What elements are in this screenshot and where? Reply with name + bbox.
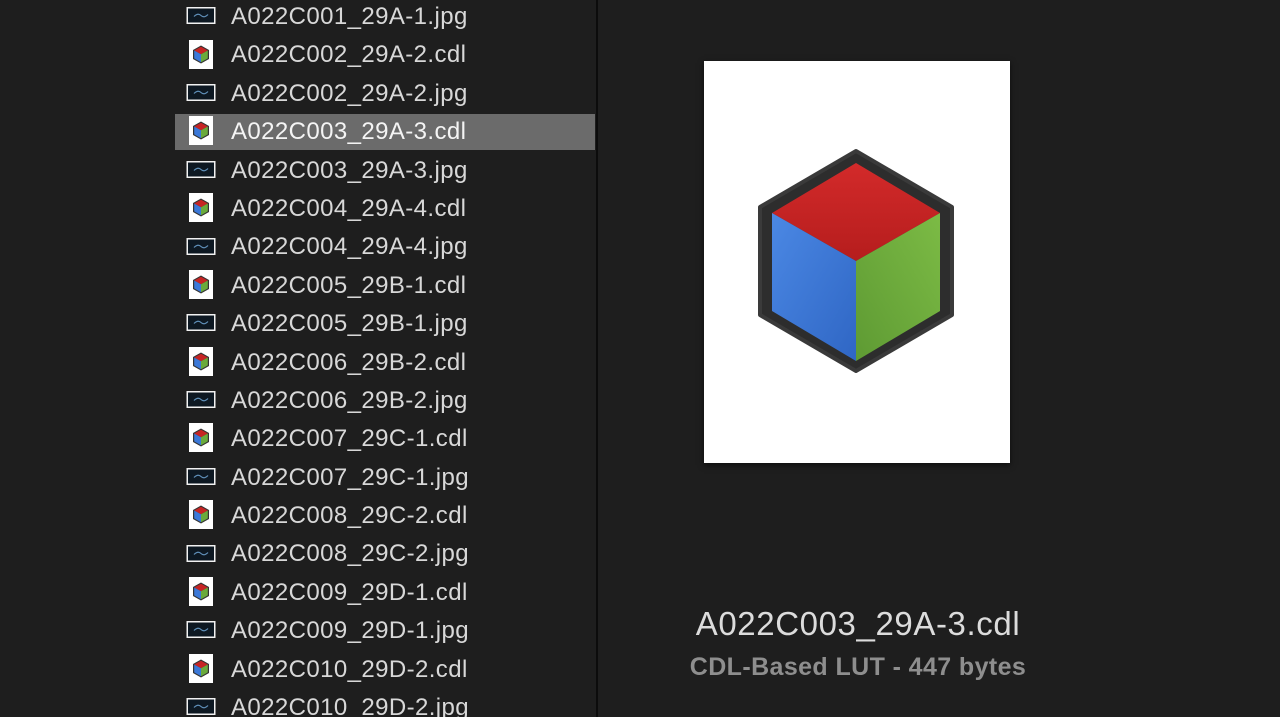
file-row[interactable]: A022C005_29B-1.cdl bbox=[0, 268, 596, 306]
color-cube-document-icon bbox=[188, 193, 214, 228]
preview-file-info: CDL-Based LUT - 447 bytes bbox=[689, 653, 1027, 681]
file-row[interactable]: A022C006_29B-2.cdl bbox=[0, 345, 596, 383]
file-row[interactable]: A022C003_29A-3.jpg bbox=[0, 153, 596, 191]
file-name-label: A022C001_29A-1.jpg bbox=[231, 3, 468, 30]
color-cube-document-icon bbox=[188, 577, 214, 612]
file-name-label: A022C009_29D-1.cdl bbox=[231, 578, 468, 606]
file-name-label: A022C003_29A-3.jpg bbox=[231, 156, 468, 184]
color-cube-document-icon bbox=[188, 116, 214, 151]
file-row[interactable]: A022C008_29C-2.jpg bbox=[0, 536, 596, 574]
image-thumbnail-icon bbox=[186, 544, 216, 567]
file-row[interactable]: A022C004_29A-4.cdl bbox=[0, 191, 596, 229]
file-name-label: A022C005_29B-1.cdl bbox=[231, 271, 467, 299]
file-row[interactable]: A022C005_29B-1.jpg bbox=[0, 306, 596, 344]
image-thumbnail-icon bbox=[186, 83, 216, 106]
file-name-label: A022C004_29A-4.jpg bbox=[231, 233, 468, 261]
file-row[interactable]: A022C007_29C-1.jpg bbox=[0, 460, 596, 498]
preview-pane: A022C003_29A-3.cdl CDL-Based LUT - 447 b… bbox=[598, 0, 1280, 717]
file-row[interactable]: A022C008_29C-2.cdl bbox=[0, 498, 596, 536]
color-cube-document-icon bbox=[188, 39, 214, 74]
file-list-column[interactable]: A022C001_29A-1.jpg A022C002_29A-2.cdl A022… bbox=[0, 0, 596, 717]
image-thumbnail-icon bbox=[186, 160, 216, 183]
color-cube-icon bbox=[758, 149, 954, 373]
file-name-label: A022C003_29A-3.cdl bbox=[231, 118, 467, 146]
color-cube-document-icon bbox=[188, 269, 214, 304]
file-row[interactable]: A022C002_29A-2.cdl bbox=[0, 37, 596, 75]
file-row[interactable]: A022C010_29D-2.cdl bbox=[0, 652, 596, 690]
file-row[interactable]: A022C001_29A-1.jpg bbox=[0, 0, 596, 37]
image-thumbnail-icon bbox=[186, 237, 216, 260]
image-thumbnail-icon bbox=[186, 314, 216, 337]
file-row[interactable]: A022C002_29A-2.jpg bbox=[0, 76, 596, 114]
image-thumbnail-icon bbox=[186, 7, 216, 30]
file-list: A022C001_29A-1.jpg A022C002_29A-2.cdl A022… bbox=[0, 0, 596, 717]
file-name-label: A022C008_29C-2.cdl bbox=[231, 502, 468, 530]
image-thumbnail-icon bbox=[186, 621, 216, 644]
file-name-label: A022C009_29D-1.jpg bbox=[231, 617, 470, 645]
file-name-label: A022C006_29B-2.jpg bbox=[231, 386, 468, 414]
file-row[interactable]: A022C009_29D-1.jpg bbox=[0, 613, 596, 651]
file-name-label: A022C002_29A-2.cdl bbox=[231, 41, 467, 69]
file-name-label: A022C004_29A-4.cdl bbox=[231, 194, 467, 222]
file-row[interactable]: A022C004_29A-4.jpg bbox=[0, 229, 596, 267]
file-name-label: A022C007_29C-1.cdl bbox=[231, 425, 468, 453]
file-row[interactable]: A022C009_29D-1.cdl bbox=[0, 575, 596, 613]
document-preview-thumbnail bbox=[704, 61, 1010, 463]
file-row-selected[interactable]: A022C003_29A-3.cdl bbox=[0, 114, 596, 152]
file-name-label: A022C010_29D-2.cdl bbox=[231, 655, 468, 683]
preview-filename: A022C003_29A-3.cdl bbox=[695, 605, 1021, 642]
image-thumbnail-icon bbox=[186, 391, 216, 414]
file-row[interactable]: A022C007_29C-1.cdl bbox=[0, 421, 596, 459]
image-thumbnail-icon bbox=[186, 698, 216, 717]
file-row[interactable]: A022C006_29B-2.jpg bbox=[0, 383, 596, 421]
color-cube-document-icon bbox=[188, 653, 214, 688]
image-thumbnail-icon bbox=[186, 467, 216, 490]
file-name-label: A022C010_29D-2.jpg bbox=[231, 694, 470, 717]
color-cube-document-icon bbox=[188, 346, 214, 381]
finder-window: A022C001_29A-1.jpg A022C002_29A-2.cdl A022… bbox=[0, 0, 1280, 717]
color-cube-document-icon bbox=[188, 423, 214, 458]
file-name-label: A022C002_29A-2.jpg bbox=[231, 79, 468, 107]
file-name-label: A022C007_29C-1.jpg bbox=[231, 463, 470, 491]
file-name-label: A022C005_29B-1.jpg bbox=[231, 310, 468, 338]
file-name-label: A022C006_29B-2.cdl bbox=[231, 348, 467, 376]
file-name-label: A022C008_29C-2.jpg bbox=[231, 540, 470, 568]
color-cube-document-icon bbox=[188, 500, 214, 535]
file-row[interactable]: A022C010_29D-2.jpg bbox=[0, 690, 596, 717]
